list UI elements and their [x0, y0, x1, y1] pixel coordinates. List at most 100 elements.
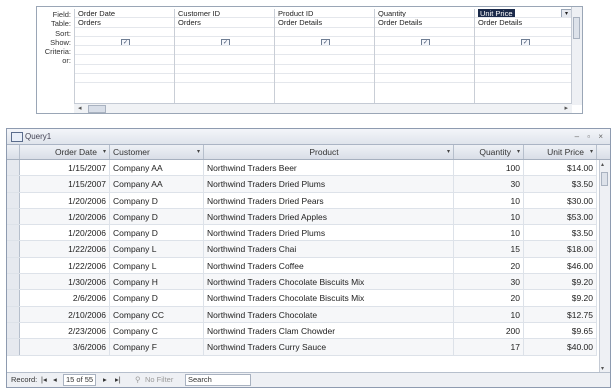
- row-selector[interactable]: [7, 306, 20, 322]
- show-cell[interactable]: ✓: [375, 37, 474, 47]
- show-cell[interactable]: ✓: [75, 37, 174, 47]
- search-field[interactable]: Search: [185, 374, 251, 386]
- table-cell[interactable]: $46.00: [524, 257, 597, 274]
- table-cell[interactable]: Northwind Traders Coffee: [204, 257, 454, 274]
- table-cell[interactable]: Company L: [110, 241, 204, 257]
- table-cell[interactable]: Company D: [110, 290, 204, 306]
- show-checkbox[interactable]: ✓: [521, 38, 530, 46]
- table-cell[interactable]: Northwind Traders Dried Plums: [204, 176, 454, 192]
- column-header[interactable]: Customer ▾: [110, 145, 204, 159]
- or-cell[interactable]: [375, 55, 474, 65]
- vertical-scrollbar[interactable]: ▴ ▾: [599, 160, 610, 373]
- sort-cell[interactable]: [375, 28, 474, 37]
- table-cell[interactable]: Order Details: [375, 18, 474, 28]
- table-cell[interactable]: 2/10/2006: [20, 306, 110, 322]
- row-selector[interactable]: [7, 274, 20, 290]
- table-cell[interactable]: Orders: [175, 18, 274, 28]
- table-cell[interactable]: 1/20/2006: [20, 208, 110, 225]
- field-cell[interactable]: Product ID: [275, 9, 374, 19]
- table-cell[interactable]: $53.00: [524, 208, 597, 225]
- or-cell[interactable]: [475, 55, 574, 65]
- sort-cell[interactable]: [475, 28, 574, 37]
- table-cell[interactable]: 2/23/2006: [20, 322, 110, 339]
- extra-cell[interactable]: [375, 74, 474, 84]
- show-checkbox[interactable]: ✓: [321, 38, 330, 46]
- table-cell[interactable]: 1/15/2007: [20, 176, 110, 192]
- table-cell[interactable]: 20: [454, 290, 524, 306]
- row-selector[interactable]: [7, 241, 20, 257]
- first-record-button[interactable]: |◂: [41, 373, 47, 387]
- column-header[interactable]: Product ▾: [204, 145, 454, 159]
- table-cell[interactable]: Northwind Traders Dried Pears: [204, 192, 454, 208]
- table-cell[interactable]: $3.50: [524, 225, 597, 241]
- table-cell[interactable]: 1/20/2006: [20, 192, 110, 208]
- table-cell[interactable]: $3.50: [524, 176, 597, 192]
- criteria-cell[interactable]: [375, 46, 474, 56]
- table-cell[interactable]: $9.65: [524, 322, 597, 339]
- column-header[interactable]: Unit Price ▾: [524, 145, 597, 159]
- design-horizontal-scrollbar[interactable]: ◂ ▸: [74, 103, 572, 113]
- table-cell[interactable]: 1/30/2006: [20, 274, 110, 290]
- extra-cell[interactable]: [475, 65, 574, 75]
- design-column[interactable]: Order Date Orders ✓: [74, 9, 174, 105]
- sort-cell[interactable]: [175, 28, 274, 37]
- extra-cell[interactable]: [275, 74, 374, 84]
- column-header[interactable]: Order Date ▾: [20, 145, 110, 159]
- extra-cell[interactable]: [175, 74, 274, 84]
- table-cell[interactable]: $40.00: [524, 339, 597, 355]
- table-cell[interactable]: 17: [454, 339, 524, 355]
- scroll-down-icon[interactable]: ▾: [601, 365, 604, 372]
- table-cell[interactable]: Northwind Traders Curry Sauce: [204, 339, 454, 355]
- table-cell[interactable]: 100: [454, 160, 524, 176]
- table-cell[interactable]: 30: [454, 274, 524, 290]
- show-checkbox[interactable]: ✓: [121, 38, 130, 46]
- table-cell[interactable]: Company L: [110, 257, 204, 274]
- field-cell[interactable]: Order Date: [75, 9, 174, 19]
- previous-record-button[interactable]: ◂: [53, 373, 57, 387]
- table-row[interactable]: 1/30/2006 Company H Northwind Traders Choc…: [7, 274, 597, 291]
- design-column[interactable]: Quantity Order Details ✓: [374, 9, 474, 105]
- table-cell[interactable]: 10: [454, 208, 524, 225]
- table-cell[interactable]: Northwind Traders Dried Plums: [204, 225, 454, 241]
- show-checkbox[interactable]: ✓: [221, 38, 230, 46]
- design-column[interactable]: Product ID Order Details ✓: [274, 9, 374, 105]
- table-cell[interactable]: 2/6/2006: [20, 290, 110, 306]
- table-cell[interactable]: Northwind Traders Chai: [204, 241, 454, 257]
- design-column[interactable]: Customer ID Orders ✓: [174, 9, 274, 105]
- table-cell[interactable]: 1/22/2006: [20, 257, 110, 274]
- scroll-left-icon[interactable]: ◂: [78, 104, 82, 113]
- row-selector[interactable]: [7, 339, 20, 355]
- table-cell[interactable]: Company D: [110, 225, 204, 241]
- table-cell[interactable]: $9.20: [524, 290, 597, 306]
- extra-cell[interactable]: [75, 65, 174, 75]
- sort-filter-arrow-icon[interactable]: ▾: [447, 145, 450, 159]
- record-position-field[interactable]: 15 of 55: [63, 374, 97, 386]
- no-filter-button[interactable]: No Filter: [145, 373, 173, 387]
- table-cell[interactable]: Company H: [110, 274, 204, 290]
- table-cell[interactable]: 15: [454, 241, 524, 257]
- table-row[interactable]: 2/23/2006 Company C Northwind Traders Clam…: [7, 322, 597, 340]
- extra-cell[interactable]: [475, 74, 574, 84]
- design-column[interactable]: Unit Price ▾ Order Details ✓: [474, 9, 574, 105]
- or-cell[interactable]: [75, 55, 174, 65]
- table-cell[interactable]: Northwind Traders Chocolate: [204, 306, 454, 322]
- table-cell[interactable]: 1/15/2007: [20, 160, 110, 176]
- table-cell[interactable]: 10: [454, 306, 524, 322]
- table-cell[interactable]: Company AA: [110, 160, 204, 176]
- table-row[interactable]: 1/20/2006 Company D Northwind Traders Drie…: [7, 225, 597, 242]
- row-selector[interactable]: [7, 225, 20, 241]
- table-cell[interactable]: Company D: [110, 208, 204, 225]
- table-cell[interactable]: Northwind Traders Chocolate Biscuits Mix: [204, 290, 454, 306]
- table-cell[interactable]: $12.75: [524, 306, 597, 322]
- row-selector[interactable]: [7, 257, 20, 274]
- table-row[interactable]: 1/22/2006 Company L Northwind Traders Coff…: [7, 257, 597, 275]
- table-row[interactable]: 1/22/2006 Company L Northwind Traders Chai…: [7, 241, 597, 258]
- row-selector[interactable]: [7, 160, 20, 176]
- table-cell[interactable]: Company F: [110, 339, 204, 355]
- sort-cell[interactable]: [75, 28, 174, 37]
- table-cell[interactable]: Northwind Traders Beer: [204, 160, 454, 176]
- scroll-up-icon[interactable]: ▴: [601, 161, 604, 168]
- extra-cell[interactable]: [175, 65, 274, 75]
- table-cell[interactable]: $18.00: [524, 241, 597, 257]
- show-checkbox[interactable]: ✓: [421, 38, 430, 46]
